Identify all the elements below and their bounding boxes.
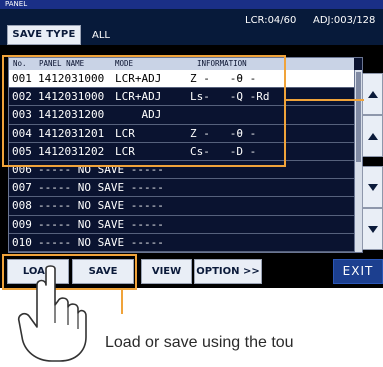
pointing-hand-icon — [17, 265, 87, 362]
caption-text: Load or save using the tou — [105, 334, 294, 351]
